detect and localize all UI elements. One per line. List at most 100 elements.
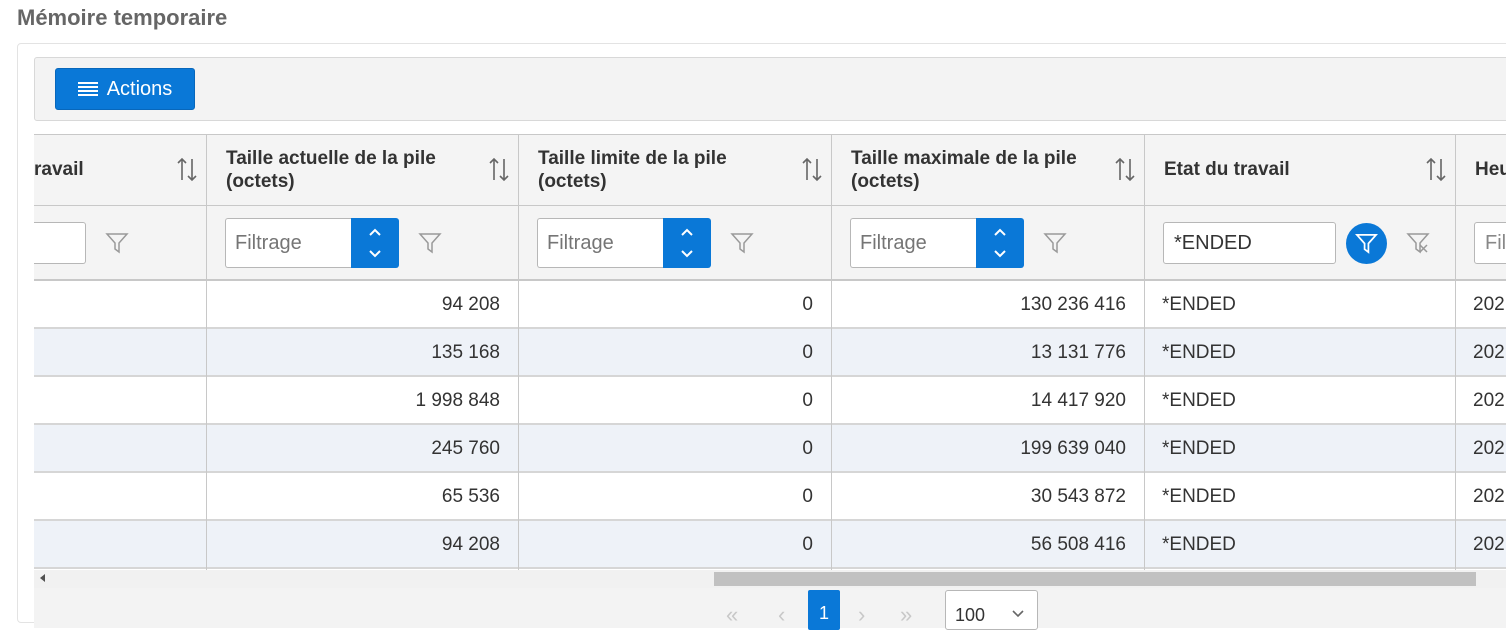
next-page-icon[interactable]: › bbox=[858, 602, 865, 628]
page-size-select[interactable]: 100 bbox=[945, 590, 1038, 630]
table-row[interactable]: 202 bbox=[1456, 425, 1506, 473]
chevron-down-icon[interactable] bbox=[367, 248, 383, 260]
column-header[interactable]: Heu bbox=[1456, 135, 1506, 206]
table-row[interactable]: 0 bbox=[519, 473, 831, 521]
cell-current: 65 536 bbox=[441, 486, 500, 507]
table-row[interactable]: 56 508 416 bbox=[832, 521, 1144, 569]
table-row[interactable]: 65 536 bbox=[207, 473, 518, 521]
table-row[interactable]: *ENDED bbox=[1145, 521, 1455, 569]
table-row[interactable]: 199 639 040 bbox=[832, 425, 1144, 473]
cell-current: 1 998 848 bbox=[415, 390, 500, 411]
funnel-icon[interactable] bbox=[418, 231, 442, 255]
filter-operator-spinner[interactable] bbox=[976, 218, 1024, 268]
chevron-up-icon[interactable] bbox=[367, 226, 383, 238]
chevron-down-icon[interactable] bbox=[992, 248, 1008, 260]
filter-input[interactable] bbox=[537, 218, 663, 268]
table-row[interactable]: *ENDED bbox=[1145, 329, 1455, 377]
table-row[interactable]: 0 bbox=[519, 521, 831, 569]
first-page-icon[interactable]: « bbox=[726, 602, 738, 628]
filter-input[interactable] bbox=[225, 218, 351, 268]
table-row[interactable]: 0 bbox=[519, 377, 831, 425]
chevron-up-icon[interactable] bbox=[679, 226, 695, 238]
current-page-button[interactable]: 1 bbox=[808, 590, 840, 630]
filter-input[interactable]: *ENDED bbox=[1163, 222, 1336, 264]
previous-page-icon[interactable]: ‹ bbox=[778, 602, 785, 628]
column-header-label: Taille actuelle de la pile (octets) bbox=[226, 148, 436, 192]
filter-operator-spinner[interactable] bbox=[663, 218, 711, 268]
sort-arrows-icon[interactable] bbox=[176, 156, 198, 182]
column-time: Heu Fil 202 202 202 202 202 202 bbox=[1456, 135, 1506, 570]
cell-state: *ENDED bbox=[1162, 294, 1236, 315]
table-row[interactable]: 30 543 872 bbox=[832, 473, 1144, 521]
cell-state: *ENDED bbox=[1162, 438, 1236, 459]
table-row[interactable]: 94 208 bbox=[207, 521, 518, 569]
table-row[interactable]: 0 bbox=[519, 425, 831, 473]
table-row[interactable]: 202 bbox=[1456, 329, 1506, 377]
column-header-label: Etat du travail bbox=[1164, 159, 1290, 180]
filter-input[interactable]: Fil bbox=[1474, 222, 1506, 264]
table-row[interactable] bbox=[34, 329, 206, 377]
column-header[interactable]: Taille maximale de la pile (octets) bbox=[832, 135, 1144, 206]
chevron-up-icon[interactable] bbox=[992, 226, 1008, 238]
filter-operator-spinner[interactable] bbox=[351, 218, 399, 268]
table-row[interactable]: *ENDED bbox=[1145, 281, 1455, 329]
table-row[interactable]: 13 131 776 bbox=[832, 329, 1144, 377]
table-row[interactable] bbox=[34, 473, 206, 521]
page-size-value: 100 bbox=[955, 605, 986, 625]
table-row[interactable]: 202 bbox=[1456, 377, 1506, 425]
table-row[interactable]: *ENDED bbox=[1145, 425, 1455, 473]
cell-current: 94 208 bbox=[441, 534, 500, 555]
filter-active-button[interactable] bbox=[1346, 223, 1387, 264]
table-row[interactable]: 130 236 416 bbox=[832, 281, 1144, 329]
funnel-clear-icon[interactable] bbox=[1406, 231, 1430, 255]
cell-max: 30 543 872 bbox=[1030, 486, 1126, 507]
toolbar: Actions bbox=[34, 57, 1506, 121]
table-row[interactable]: 202 bbox=[1456, 281, 1506, 329]
cell-limit: 0 bbox=[802, 534, 813, 555]
table-row[interactable]: 202 bbox=[1456, 521, 1506, 569]
cell-time: 202 bbox=[1473, 534, 1505, 555]
cell-limit: 0 bbox=[802, 342, 813, 363]
table-row[interactable]: 0 bbox=[519, 329, 831, 377]
funnel-icon[interactable] bbox=[105, 231, 129, 255]
cell-current: 135 168 bbox=[431, 342, 500, 363]
cell-time: 202 bbox=[1473, 390, 1505, 411]
table-row[interactable]: 202 bbox=[1456, 473, 1506, 521]
cell-current: 94 208 bbox=[441, 294, 500, 315]
horizontal-scrollbar[interactable] bbox=[34, 570, 1506, 588]
table-row[interactable]: 94 208 bbox=[207, 281, 518, 329]
table-row[interactable]: 245 760 bbox=[207, 425, 518, 473]
table-row[interactable]: *ENDED bbox=[1145, 377, 1455, 425]
last-page-icon[interactable]: » bbox=[900, 602, 912, 628]
funnel-icon[interactable] bbox=[1043, 231, 1067, 255]
filter-input[interactable] bbox=[850, 218, 976, 268]
chevron-down-icon[interactable] bbox=[679, 248, 695, 260]
filter-cell: Fil bbox=[1456, 206, 1506, 281]
actions-button[interactable]: Actions bbox=[55, 68, 195, 110]
sort-arrows-icon[interactable] bbox=[488, 156, 510, 182]
data-grid: ravail Taille actuelle de la pile (octet… bbox=[34, 134, 1506, 570]
funnel-icon[interactable] bbox=[730, 231, 754, 255]
column-header[interactable]: ravail bbox=[34, 135, 206, 206]
table-row[interactable]: 135 168 bbox=[207, 329, 518, 377]
table-row[interactable]: 1 998 848 bbox=[207, 377, 518, 425]
column-header[interactable]: Taille actuelle de la pile (octets) bbox=[207, 135, 518, 206]
column-header-label: Taille limite de la pile (octets) bbox=[538, 148, 727, 192]
table-row[interactable] bbox=[34, 281, 206, 329]
pagination-bar: « ‹ 1 › » 100 bbox=[34, 588, 1506, 630]
table-row[interactable] bbox=[34, 425, 206, 473]
table-row[interactable]: *ENDED bbox=[1145, 473, 1455, 521]
column-header[interactable]: Taille limite de la pile (octets) bbox=[519, 135, 831, 206]
table-row[interactable] bbox=[34, 377, 206, 425]
filter-input[interactable] bbox=[34, 222, 86, 264]
table-row[interactable]: 0 bbox=[519, 281, 831, 329]
sort-arrows-icon[interactable] bbox=[1114, 156, 1136, 182]
scroll-left-arrow-icon[interactable] bbox=[40, 574, 45, 582]
column-header[interactable]: Etat du travail bbox=[1145, 135, 1455, 206]
cell-state: *ENDED bbox=[1162, 342, 1236, 363]
sort-arrows-icon[interactable] bbox=[1425, 156, 1447, 182]
sort-arrows-icon[interactable] bbox=[801, 156, 823, 182]
table-row[interactable] bbox=[34, 521, 206, 569]
scrollbar-thumb[interactable] bbox=[714, 572, 1476, 586]
table-row[interactable]: 14 417 920 bbox=[832, 377, 1144, 425]
